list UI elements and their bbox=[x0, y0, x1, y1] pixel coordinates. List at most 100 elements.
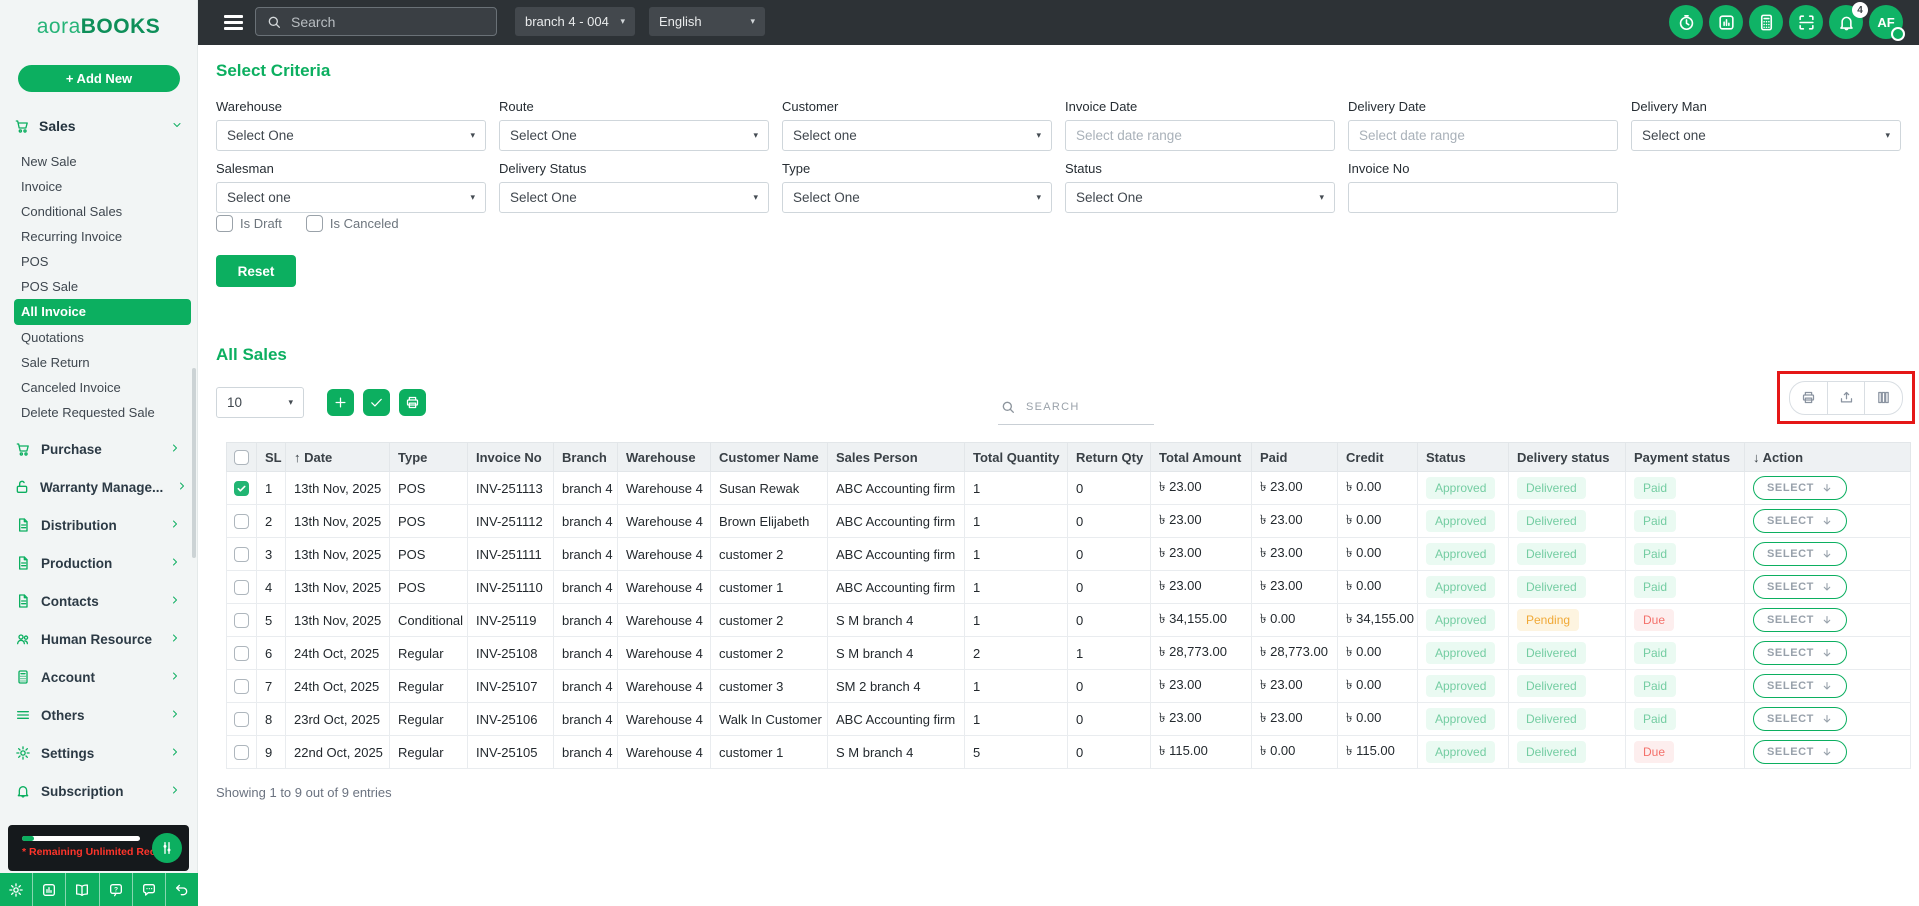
invoice-no-input[interactable] bbox=[1348, 182, 1618, 213]
footer-chat-icon[interactable] bbox=[133, 873, 166, 906]
quick-printer-button[interactable] bbox=[399, 389, 426, 416]
checkbox-is-canceled[interactable]: Is Canceled bbox=[305, 215, 399, 232]
column-header-branch[interactable]: Branch bbox=[553, 442, 618, 472]
sidebar-item-quotations[interactable]: Quotations bbox=[14, 325, 191, 350]
branch-selector[interactable]: branch 4 - 004 ▾ bbox=[515, 7, 635, 36]
column-header-total-amount[interactable]: Total Amount bbox=[1150, 442, 1252, 472]
sidebar-item-all-invoice[interactable]: All Invoice bbox=[14, 299, 191, 325]
add-new-button[interactable]: + Add New bbox=[18, 65, 180, 92]
row-checkbox[interactable] bbox=[234, 480, 249, 496]
column-header-status[interactable]: Status bbox=[1417, 442, 1509, 472]
row-action-select-button[interactable]: SELECT bbox=[1753, 641, 1847, 665]
sidebar-item-pos[interactable]: POS bbox=[14, 249, 191, 274]
hamburger-menu-icon[interactable] bbox=[224, 15, 243, 33]
row-action-select-button[interactable]: SELECT bbox=[1753, 476, 1847, 500]
sidebar-section-subscription[interactable]: Subscription bbox=[0, 772, 197, 810]
column-header-sales-person[interactable]: Sales Person bbox=[827, 442, 965, 472]
sidebar-item-delete-requested-sale[interactable]: Delete Requested Sale bbox=[14, 400, 191, 425]
delivery-status-select[interactable]: Select One ▾ bbox=[499, 182, 769, 213]
row-checkbox[interactable] bbox=[234, 612, 249, 628]
footer-help-icon[interactable]: ? bbox=[100, 873, 133, 906]
column-header-credit[interactable]: Credit bbox=[1337, 442, 1418, 472]
sidebar-section-others[interactable]: Others bbox=[0, 696, 197, 734]
salesman-select[interactable]: Select one ▾ bbox=[216, 182, 486, 213]
usage-settings-button[interactable] bbox=[152, 833, 182, 863]
topbar-scan-button[interactable] bbox=[1789, 5, 1823, 39]
user-avatar[interactable]: AF bbox=[1869, 5, 1905, 41]
row-checkbox[interactable] bbox=[234, 678, 249, 694]
sidebar-section-contacts[interactable]: Contacts bbox=[0, 582, 197, 620]
topbar-calculator-button[interactable] bbox=[1749, 5, 1783, 39]
footer-bar-chart-icon[interactable] bbox=[33, 873, 67, 906]
table-search-input[interactable]: SEARCH bbox=[998, 395, 1154, 425]
customer-select[interactable]: Select one ▾ bbox=[782, 120, 1052, 151]
column-header-action[interactable]: ↓ Action bbox=[1744, 442, 1911, 472]
row-action-select-button[interactable]: SELECT bbox=[1753, 509, 1847, 533]
select-all-checkbox[interactable] bbox=[234, 449, 249, 465]
type-select[interactable]: Select One ▾ bbox=[782, 182, 1052, 213]
toolbar-printer-button[interactable] bbox=[1790, 381, 1828, 414]
topbar-stopwatch-button[interactable] bbox=[1669, 5, 1703, 39]
row-action-select-button[interactable]: SELECT bbox=[1753, 542, 1847, 566]
invoice-date-input[interactable]: Select date range bbox=[1065, 120, 1335, 151]
sidebar-section-distribution[interactable]: Distribution bbox=[0, 506, 197, 544]
topbar-bell-button[interactable]: 4 bbox=[1829, 2, 1868, 39]
checkbox-box[interactable] bbox=[305, 215, 323, 232]
topbar-bar-chart-button[interactable] bbox=[1709, 5, 1743, 39]
row-action-select-button[interactable]: SELECT bbox=[1753, 707, 1847, 731]
quick-check-button[interactable] bbox=[363, 389, 390, 416]
status-select[interactable]: Select One ▾ bbox=[1065, 182, 1335, 213]
reset-button[interactable]: Reset bbox=[216, 255, 296, 287]
sidebar-item-sale-return[interactable]: Sale Return bbox=[14, 350, 191, 375]
warehouse-select[interactable]: Select One ▾ bbox=[216, 120, 486, 151]
footer-gear-icon[interactable] bbox=[0, 873, 34, 906]
sidebar-item-conditional-sales[interactable]: Conditional Sales bbox=[14, 199, 191, 224]
footer-undo-icon[interactable] bbox=[166, 873, 198, 906]
row-checkbox[interactable] bbox=[234, 711, 249, 727]
column-header-date[interactable]: ↑ Date bbox=[285, 442, 390, 472]
language-selector[interactable]: English ▾ bbox=[649, 7, 765, 36]
row-checkbox[interactable] bbox=[234, 546, 249, 562]
column-header-payment-status[interactable]: Payment status bbox=[1625, 442, 1745, 472]
column-header-sl[interactable]: SL bbox=[256, 442, 286, 472]
column-header-type[interactable]: Type bbox=[389, 442, 468, 472]
sidebar-scrollbar[interactable] bbox=[192, 368, 196, 558]
sidebar-section-account[interactable]: Account bbox=[0, 658, 197, 696]
quick-plus-button[interactable] bbox=[327, 389, 354, 416]
checkbox-is-draft[interactable]: Is Draft bbox=[216, 215, 282, 232]
row-checkbox[interactable] bbox=[234, 645, 249, 661]
column-header-customer-name[interactable]: Customer Name bbox=[710, 442, 828, 472]
route-select[interactable]: Select One ▾ bbox=[499, 120, 769, 151]
sidebar-section-purchase[interactable]: Purchase bbox=[0, 430, 197, 468]
column-header-total-quantity[interactable]: Total Quantity bbox=[964, 442, 1068, 472]
column-header-invoice-no[interactable]: Invoice No bbox=[467, 442, 554, 472]
row-checkbox[interactable] bbox=[234, 579, 249, 595]
row-action-select-button[interactable]: SELECT bbox=[1753, 608, 1847, 632]
sidebar-item-canceled-invoice[interactable]: Canceled Invoice bbox=[14, 375, 191, 400]
delivery-date-input[interactable]: Select date range bbox=[1348, 120, 1618, 151]
column-header-warehouse[interactable]: Warehouse bbox=[617, 442, 711, 472]
toolbar-columns-button[interactable] bbox=[1865, 382, 1902, 414]
sidebar-item-pos-sale[interactable]: POS Sale bbox=[14, 274, 191, 299]
sidebar-section-warranty-manage[interactable]: Warranty Manage... bbox=[0, 468, 197, 506]
sidebar-section-human-resource[interactable]: Human Resource bbox=[0, 620, 197, 658]
sidebar-section-production[interactable]: Production bbox=[0, 544, 197, 582]
row-action-select-button[interactable]: SELECT bbox=[1753, 740, 1847, 764]
footer-book-icon[interactable] bbox=[66, 873, 100, 906]
sidebar-section-settings[interactable]: Settings bbox=[0, 734, 197, 772]
delivery-man-select[interactable]: Select one ▾ bbox=[1631, 120, 1901, 151]
sidebar-item-invoice[interactable]: Invoice bbox=[14, 174, 191, 199]
sidebar-item-recurring-invoice[interactable]: Recurring Invoice bbox=[14, 224, 191, 249]
topbar-search-input[interactable]: Search bbox=[255, 7, 497, 36]
sidebar-section-sales[interactable]: Sales bbox=[0, 112, 197, 140]
toolbar-export-button[interactable] bbox=[1828, 381, 1866, 414]
column-header-paid[interactable]: Paid bbox=[1251, 442, 1338, 472]
row-checkbox[interactable] bbox=[234, 513, 249, 529]
row-checkbox[interactable] bbox=[234, 744, 249, 760]
column-header-delivery-status[interactable]: Delivery status bbox=[1508, 442, 1626, 472]
row-action-select-button[interactable]: SELECT bbox=[1753, 575, 1847, 599]
sidebar-item-new-sale[interactable]: New Sale bbox=[14, 149, 191, 174]
checkbox-box[interactable] bbox=[216, 215, 233, 232]
page-size-select[interactable]: 10 ▾ bbox=[216, 387, 304, 418]
column-header-return-qty[interactable]: Return Qty bbox=[1067, 442, 1151, 472]
